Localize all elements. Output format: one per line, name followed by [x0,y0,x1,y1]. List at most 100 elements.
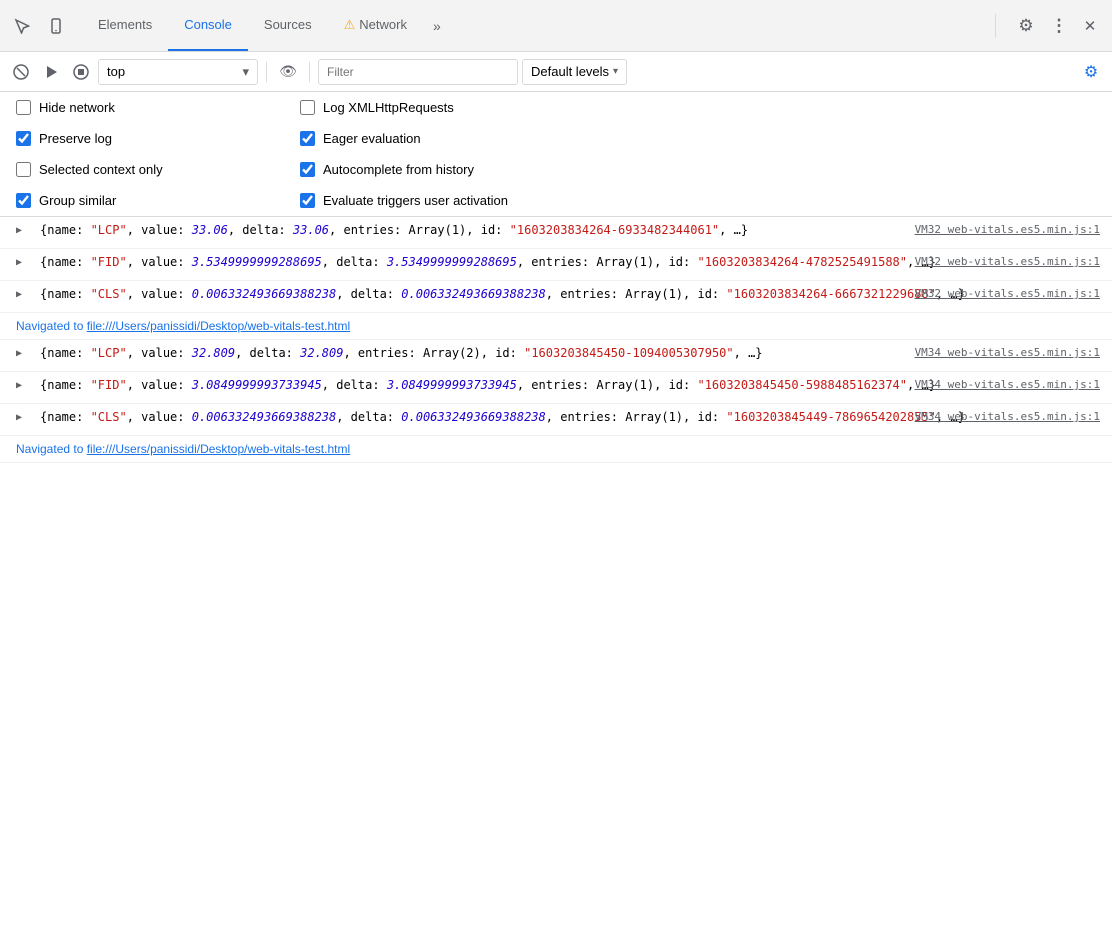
entry-content: {name: "LCP", value: 33.06, delta: 33.06… [40,223,748,237]
preserve-log-label: Preserve log [39,131,112,146]
expand-arrow-icon[interactable]: ▶ [16,410,28,422]
toolbar-divider [266,62,267,82]
nav-url-link[interactable]: file:///Users/panissidi/Desktop/web-vita… [87,442,350,456]
group-similar-option[interactable]: Group similar [16,193,276,208]
devtools-actions: ⚙ ⋮ ✕ [1012,12,1104,40]
nav-url-link[interactable]: file:///Users/panissidi/Desktop/web-vita… [87,319,350,333]
expand-arrow-icon[interactable]: ▶ [16,346,28,358]
log-xml-checkbox[interactable] [300,100,315,115]
entry-part: 32.809 [300,346,343,360]
entry-part: , delta: [228,223,293,237]
hide-network-checkbox[interactable] [16,100,31,115]
cursor-icon-btn[interactable] [8,12,36,40]
clear-console-btn[interactable] [8,59,34,85]
close-devtools-btn[interactable]: ✕ [1076,12,1104,40]
tab-sources-label: Sources [264,17,312,32]
stop-btn[interactable] [68,59,94,85]
entry-part: "1603203834264-6667321229688" [726,287,936,301]
source-link[interactable]: VM34 web-vitals.es5.min.js:1 [915,376,1100,394]
entry-part: "1603203834264-4782525491588" [697,255,907,269]
entry-part: , entries: Array(1), id: [546,287,727,301]
settings-row-4: Group similar Evaluate triggers user act… [0,185,1112,216]
levels-dropdown[interactable]: Default levels ▾ [522,59,627,85]
entry-part: "1603203845450-5988485162374" [697,378,907,392]
entry-content: {name: "FID", value: 3.0849999993733945,… [40,378,936,392]
entry-content: {name: "CLS", value: 0.00633249366938823… [40,410,965,424]
more-options-btn[interactable]: ⋮ [1044,12,1072,40]
play-btn[interactable] [38,59,64,85]
entry-part: 3.0849999993733945 [387,378,517,392]
preserve-log-option[interactable]: Preserve log [16,131,276,146]
selected-ctx-checkbox[interactable] [16,162,31,177]
tab-elements[interactable]: Elements [82,0,168,51]
filter-input[interactable] [318,59,518,85]
context-select[interactable]: top ▾ [98,59,258,85]
tab-console[interactable]: Console [168,0,248,51]
group-similar-label: Group similar [39,193,116,208]
expand-arrow-icon[interactable]: ▶ [16,287,28,299]
entry-part: {name: [40,255,91,269]
autocomplete-option[interactable]: Autocomplete from history [300,162,560,177]
entry-part: , entries: Array(2), id: [343,346,524,360]
divider [995,14,996,38]
source-link[interactable]: VM32 web-vitals.es5.min.js:1 [915,221,1100,239]
context-value: top [107,64,125,79]
settings-gear-blue-btn[interactable]: ⚙ [1078,59,1104,85]
settings-panel: Hide network Log XMLHttpRequests Preserv… [0,92,1112,217]
stop-icon [73,64,89,80]
expand-arrow-icon[interactable]: ▶ [16,255,28,267]
eye-icon: 👁 [279,63,297,80]
more-vert-icon: ⋮ [1051,16,1066,36]
eval-triggers-checkbox[interactable] [300,193,315,208]
source-link[interactable]: VM32 web-vitals.es5.min.js:1 [915,285,1100,303]
entry-part: "LCP" [91,223,127,237]
entry-content: {name: "FID", value: 3.5349999999288695,… [40,255,936,269]
entry-part: , delta: [235,346,300,360]
eye-btn[interactable]: 👁 [275,59,301,85]
entry-part: , entries: Array(1), id: [546,410,727,424]
tab-list: Elements Console Sources ⚠ Network » [82,0,987,51]
eager-eval-checkbox[interactable] [300,131,315,146]
expand-arrow-icon[interactable]: ▶ [16,378,28,390]
console-entry: ▶ VM34 web-vitals.es5.min.js:1{name: "FID… [0,372,1112,404]
tab-network[interactable]: ⚠ Network [328,0,423,51]
entry-part: , entries: Array(1), id: [517,378,698,392]
tab-sources[interactable]: Sources [248,0,328,51]
console-entry: ▶ VM32 web-vitals.es5.min.js:1{name: "FID… [0,249,1112,281]
entry-part: "1603203834264-6933482344061" [510,223,720,237]
log-xml-label: Log XMLHttpRequests [323,100,454,115]
entry-part: , delta: [336,410,401,424]
log-xml-option[interactable]: Log XMLHttpRequests [300,100,560,115]
nav-text: Navigated to [16,442,87,456]
expand-arrow-icon[interactable]: ▶ [16,223,28,235]
settings-row-2: Preserve log Eager evaluation [0,123,1112,154]
eager-eval-option[interactable]: Eager evaluation [300,131,560,146]
warning-icon: ⚠ [344,17,356,33]
settings-row-3: Selected context only Autocomplete from … [0,154,1112,185]
source-link[interactable]: VM34 web-vitals.es5.min.js:1 [915,408,1100,426]
eval-triggers-option[interactable]: Evaluate triggers user activation [300,193,560,208]
preserve-log-checkbox[interactable] [16,131,31,146]
levels-label: Default levels [531,64,609,79]
autocomplete-checkbox[interactable] [300,162,315,177]
entry-part: {name: [40,410,91,424]
source-link[interactable]: VM34 web-vitals.es5.min.js:1 [915,344,1100,362]
source-link[interactable]: VM32 web-vitals.es5.min.js:1 [915,253,1100,271]
selected-ctx-option[interactable]: Selected context only [16,162,276,177]
entry-part: "1603203845450-1094005307950" [524,346,734,360]
nav-text: Navigated to [16,319,87,333]
entry-part: , entries: Array(1), id: [329,223,510,237]
toolbar-divider2 [309,62,310,82]
entry-part: 3.5349999999288695 [192,255,322,269]
entry-part: , delta: [322,378,387,392]
entry-part: , entries: Array(1), id: [517,255,698,269]
mobile-icon-btn[interactable] [42,12,70,40]
devtools-icons [8,12,70,40]
more-tabs-btn[interactable]: » [423,18,451,34]
group-similar-checkbox[interactable] [16,193,31,208]
settings-btn[interactable]: ⚙ [1012,12,1040,40]
hide-network-option[interactable]: Hide network [16,100,276,115]
tab-console-label: Console [184,17,232,32]
entry-part: , …} [734,346,763,360]
entry-part: 0.006332493669388238 [192,287,337,301]
